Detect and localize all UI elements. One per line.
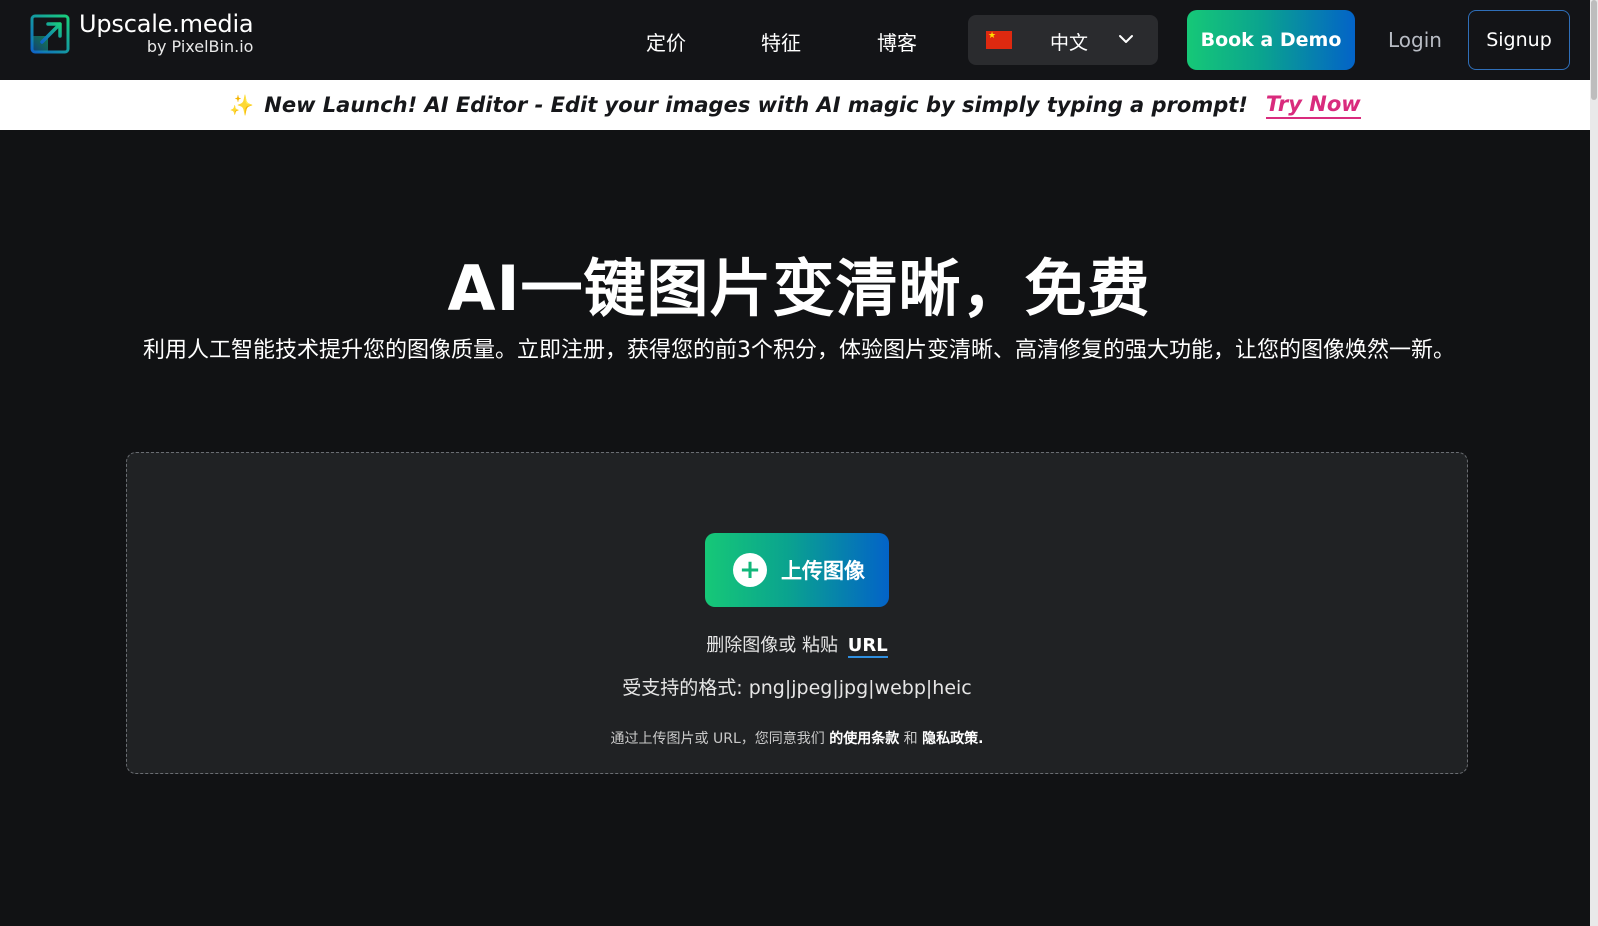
china-flag-icon: ★ — [986, 31, 1012, 49]
supported-formats: 受支持的格式: png|jpeg|jpg|webp|heic — [127, 673, 1467, 700]
try-now-link[interactable]: Try Now — [1265, 92, 1361, 119]
nav-features[interactable]: 特征 — [761, 27, 801, 56]
announcement-text: New Launch! AI Editor - Edit your images… — [264, 93, 1248, 117]
plus-icon: + — [733, 553, 767, 587]
page-subtitle: 利用人工智能技术提升您的图像质量。立即注册，获得您的前3个积分，体验图片变清晰、… — [142, 338, 1455, 363]
upload-button-label: 上传图像 — [781, 559, 865, 583]
scrollbar-thumb[interactable] — [1591, 0, 1597, 100]
sparkle-icon: ✨ — [229, 93, 255, 117]
logo-byline: by PixelBin.io — [146, 37, 254, 56]
announcement-bar: ✨ New Launch! AI Editor - Edit your imag… — [0, 80, 1590, 130]
legal-and: 和 — [903, 731, 918, 747]
login-link[interactable]: Login — [1388, 28, 1442, 52]
legal-prefix: 通过上传图片或 URL，您同意我们 — [610, 731, 825, 747]
logo-name: Upscale.media — [79, 10, 254, 38]
formats-list: png|jpeg|jpg|webp|heic — [748, 677, 972, 699]
drop-instructions: 删除图像或 粘贴 URL — [127, 631, 1467, 658]
top-header: Upscale.media by PixelBin.io 定价 特征 博客 ★ … — [0, 0, 1590, 80]
nav-blog[interactable]: 博客 — [877, 27, 917, 56]
nav-pricing[interactable]: 定价 — [646, 27, 686, 56]
legal-notice: 通过上传图片或 URL，您同意我们 的使用条款 和 隐私政策. — [127, 728, 1467, 748]
page-scrollbar[interactable] — [1590, 0, 1598, 926]
language-selector[interactable]: ★ 中文 — [968, 15, 1158, 65]
logo[interactable]: Upscale.media by PixelBin.io — [30, 10, 254, 56]
page-title: AI一键图片变清晰，免费 — [447, 252, 1151, 325]
language-label: 中文 — [1050, 32, 1089, 54]
book-demo-button[interactable]: Book a Demo — [1187, 10, 1355, 70]
chevron-down-icon — [1119, 35, 1133, 43]
terms-link[interactable]: 的使用条款 — [829, 731, 899, 747]
upload-image-button[interactable]: + 上传图像 — [705, 533, 889, 607]
upload-dropzone[interactable]: + 上传图像 删除图像或 粘贴 URL 受支持的格式: png|jpeg|jpg… — [126, 452, 1468, 774]
privacy-link[interactable]: 隐私政策. — [922, 731, 983, 747]
upscale-logo-icon — [30, 14, 70, 53]
formats-label: 受支持的格式: — [622, 677, 743, 699]
drop-text: 删除图像或 粘贴 — [706, 635, 839, 656]
paste-url-link[interactable]: URL — [847, 635, 888, 658]
signup-button[interactable]: Signup — [1468, 10, 1570, 70]
